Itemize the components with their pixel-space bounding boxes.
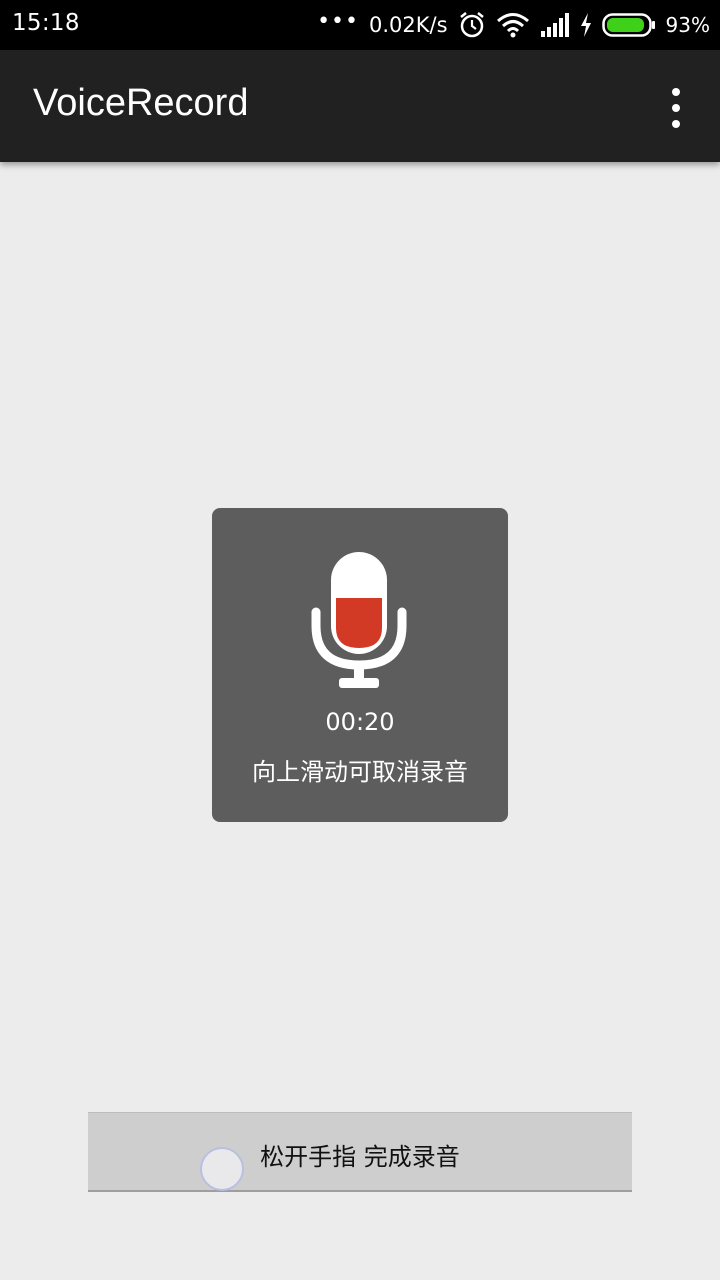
menu-dot <box>672 120 680 128</box>
app-title: VoiceRecord <box>33 82 249 124</box>
status-right-group: ••• 0.02K/s 93% <box>317 0 710 50</box>
menu-dot <box>672 104 680 112</box>
battery-percent: 93% <box>665 13 710 37</box>
charging-icon <box>580 13 591 37</box>
recording-dialog: 00:20 向上滑动可取消录音 <box>212 508 508 822</box>
alarm-icon <box>459 12 484 38</box>
overflow-menu-icon[interactable] <box>660 88 692 128</box>
record-button[interactable]: 松开手指 完成录音 <box>88 1112 632 1192</box>
status-time: 15:18 <box>12 10 80 36</box>
menu-dot <box>672 88 680 96</box>
touch-point-indicator <box>200 1147 244 1191</box>
status-bar: 15:18 ••• 0.02K/s 93% <box>0 0 720 50</box>
mic-level-indicator <box>336 598 382 648</box>
signal-icon <box>540 13 569 37</box>
microphone-icon <box>311 552 407 688</box>
battery-icon <box>601 13 655 37</box>
record-button-label: 松开手指 完成录音 <box>260 1143 460 1171</box>
app-bar: VoiceRecord <box>0 50 720 162</box>
network-speed: 0.02K/s <box>369 13 448 37</box>
wifi-icon <box>496 13 529 38</box>
recording-timer: 00:20 <box>325 708 395 736</box>
more-notifications-indicator: ••• <box>317 8 359 34</box>
cancel-hint: 向上滑动可取消录音 <box>252 758 468 786</box>
